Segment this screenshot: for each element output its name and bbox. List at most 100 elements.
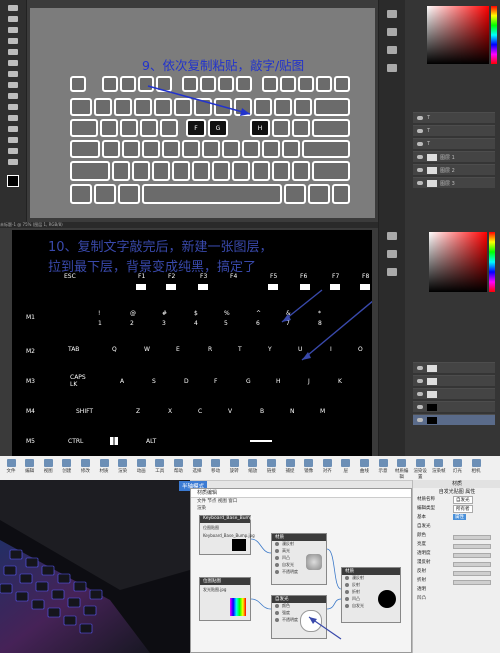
gradient-icon[interactable]: [8, 104, 18, 110]
slider[interactable]: [453, 544, 491, 549]
eye-icon[interactable]: [417, 142, 423, 146]
history-icon[interactable]: [387, 10, 397, 18]
eye-icon[interactable]: [417, 392, 423, 396]
layer-row[interactable]: 图层 1: [413, 151, 495, 162]
eye-icon[interactable]: [417, 129, 423, 133]
lasso-tool-icon[interactable]: [8, 27, 18, 33]
slider[interactable]: [453, 562, 491, 567]
layer-row[interactable]: 图层 3: [413, 177, 495, 188]
eye-icon[interactable]: [417, 379, 423, 383]
prop-row[interactable]: 自发光: [413, 523, 500, 532]
panel-icon-strip[interactable]: [379, 0, 405, 222]
prop-row[interactable]: 反射: [413, 568, 500, 577]
properties-icon[interactable]: [387, 250, 397, 258]
toolbar-button[interactable]: 缩放: [246, 459, 260, 476]
prop-row[interactable]: 基本 属性: [413, 514, 500, 523]
character-icon[interactable]: [387, 64, 397, 72]
hue-slider[interactable]: [489, 232, 495, 292]
node-port[interactable]: 漫反射: [272, 541, 326, 548]
zoom-tool-icon[interactable]: [8, 159, 18, 165]
magic-wand-icon[interactable]: [8, 38, 18, 44]
layer-row[interactable]: 图层 2: [413, 164, 495, 175]
menu-bar[interactable]: 文件 节点 视图 窗口: [191, 498, 411, 505]
prop-row[interactable]: 材质名称 自发光: [413, 496, 500, 505]
eraser-icon[interactable]: [8, 93, 18, 99]
toolbar-button[interactable]: 渲染帧: [432, 459, 446, 476]
foreground-color-swatch[interactable]: [7, 175, 19, 187]
prop-value[interactable]: 所有者: [453, 505, 473, 513]
toolbar-button[interactable]: 材质: [97, 459, 111, 476]
material-node[interactable]: 材质 漫反射 高光 凹凸 自发光 不透明度: [271, 533, 327, 585]
prop-row[interactable]: 亮度: [413, 541, 500, 550]
properties-icon[interactable]: [387, 28, 397, 36]
toolbar-button[interactable]: 创建: [60, 459, 74, 476]
prop-row[interactable]: 凹凸: [413, 595, 500, 604]
output-material-node[interactable]: 材质 漫反射 反射 折射 凹凸 自发光: [341, 567, 401, 623]
eye-icon[interactable]: [417, 181, 423, 185]
toolbar-button[interactable]: 材质编辑: [395, 459, 409, 480]
eye-icon[interactable]: [417, 168, 423, 172]
crop-tool-icon[interactable]: [8, 49, 18, 55]
prop-value[interactable]: 属性: [453, 514, 466, 520]
node-port[interactable]: 反射: [342, 582, 400, 589]
brush-panel-icon[interactable]: [387, 46, 397, 54]
eye-icon[interactable]: [417, 155, 423, 159]
prop-row[interactable]: 透明度: [413, 550, 500, 559]
black-keyboard-canvas[interactable]: 10、复制文字敲完后，新建一张图层， 拉到最下层，背景变成纯黑，搞定了 ESC …: [12, 230, 372, 456]
photoshop-toolbar[interactable]: [0, 0, 27, 222]
toolbar-button[interactable]: 渲染: [116, 459, 130, 476]
emission-node[interactable]: 自发光 颜色 强度 不透明度: [271, 595, 327, 639]
color-picker[interactable]: [429, 232, 487, 292]
slider[interactable]: [453, 535, 491, 540]
layer-row[interactable]: [413, 362, 495, 373]
toolbar-button[interactable]: 视图: [41, 459, 55, 476]
toolbar-button[interactable]: 工具: [153, 459, 167, 476]
toolbar-button[interactable]: 层: [339, 459, 353, 476]
eye-icon[interactable]: [417, 366, 423, 370]
hue-slider[interactable]: [491, 6, 497, 64]
toolbar-button[interactable]: 帮助: [171, 459, 185, 476]
toolbar-button[interactable]: 动画: [134, 459, 148, 476]
slider[interactable]: [453, 553, 491, 558]
layer-row[interactable]: T: [413, 138, 495, 149]
layer-row[interactable]: [413, 375, 495, 386]
toolbar-button[interactable]: 曲线: [357, 459, 371, 476]
move-tool-icon[interactable]: [8, 5, 18, 11]
history-icon[interactable]: [387, 232, 397, 240]
toolbar-button[interactable]: 文件: [4, 459, 18, 476]
layer-row[interactable]: T: [413, 112, 495, 123]
toolbar-button[interactable]: 镜像: [302, 459, 316, 476]
prop-row[interactable]: 透明: [413, 586, 500, 595]
emissive-texture-node[interactable]: 位图贴图 发光贴图.jpg: [199, 577, 251, 621]
pen-tool-icon[interactable]: [8, 115, 18, 121]
toolbar-button[interactable]: 对齐: [320, 459, 334, 476]
layer-row[interactable]: [413, 388, 495, 399]
toolbar-button[interactable]: 渲染设置: [413, 459, 427, 480]
document-tab[interactable]: 未标题-1 @ 75% (图层 1, RGB/8): [0, 222, 380, 228]
eyedropper-icon[interactable]: [8, 60, 18, 66]
eye-icon[interactable]: [417, 405, 423, 409]
clone-stamp-icon[interactable]: [8, 82, 18, 88]
marquee-tool-icon[interactable]: [8, 16, 18, 22]
prop-row[interactable]: 颜色: [413, 532, 500, 541]
toolbar-button[interactable]: 链接: [264, 459, 278, 476]
brush-panel-icon[interactable]: [387, 268, 397, 276]
document-canvas[interactable]: F G H 9、依次复制粘贴，敲字/贴图: [30, 8, 375, 218]
node-port[interactable]: 漫反射: [342, 575, 400, 582]
prop-row[interactable]: 折射: [413, 577, 500, 586]
panel-icon-strip[interactable]: [379, 222, 405, 456]
node-port[interactable]: 不透明度: [272, 569, 326, 576]
node-port[interactable]: 颜色: [272, 603, 326, 610]
shape-tool-icon[interactable]: [8, 137, 18, 143]
toolbar-button[interactable]: 修改: [78, 459, 92, 476]
brush-tool-icon[interactable]: [8, 71, 18, 77]
hand-tool-icon[interactable]: [8, 148, 18, 154]
prop-row[interactable]: 编辑类型 所有者: [413, 505, 500, 514]
toolbar-button[interactable]: 相机: [469, 459, 483, 476]
type-tool-icon[interactable]: [8, 126, 18, 132]
layer-row[interactable]: T: [413, 125, 495, 136]
slider[interactable]: [453, 580, 491, 585]
toolbar-button[interactable]: 灯光: [450, 459, 464, 476]
layer-row[interactable]: [413, 401, 495, 412]
eye-icon[interactable]: [417, 116, 423, 120]
